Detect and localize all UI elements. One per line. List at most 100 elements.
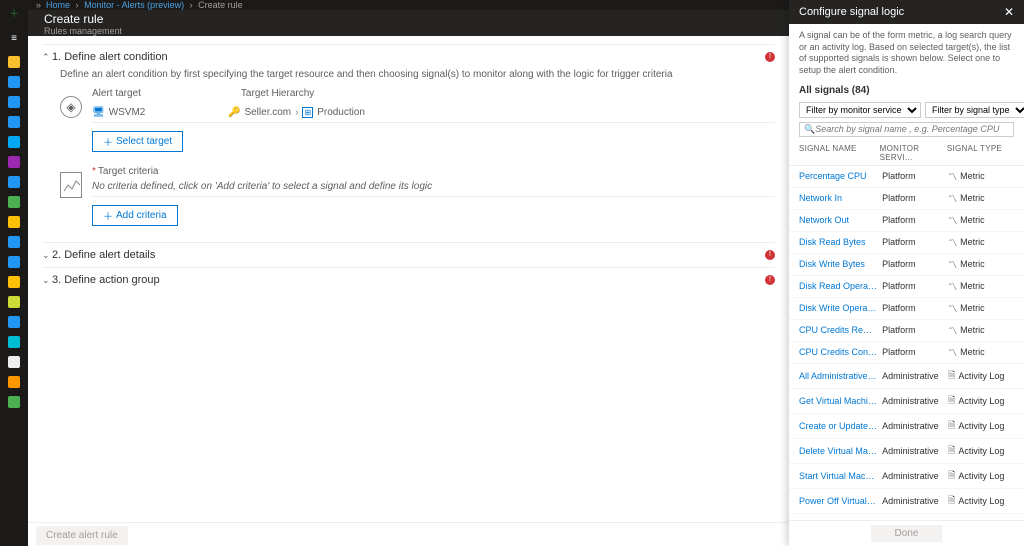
metric-icon: 〽 <box>948 346 957 359</box>
signal-service: Administrative <box>882 471 948 481</box>
add-criteria-button[interactable]: ＋ Add criteria <box>92 205 178 226</box>
col-signal-name[interactable]: SIGNAL NAME <box>799 144 880 162</box>
close-icon[interactable]: ✕ <box>1004 5 1014 19</box>
step-1: ⌃ 1. Define alert condition ! Define an … <box>42 44 775 242</box>
search-input[interactable] <box>815 124 1009 134</box>
metric-icon: 〽 <box>948 192 957 205</box>
activity-log-icon: 🗎 <box>948 393 955 409</box>
rail-item-2[interactable] <box>8 96 20 108</box>
signal-row[interactable]: CPU Credits RemainingPlatform〽Metric <box>789 320 1024 342</box>
metric-icon: 〽 <box>948 170 957 183</box>
rail-item-12[interactable] <box>8 296 20 308</box>
signal-row[interactable]: Network InPlatform〽Metric <box>789 188 1024 210</box>
signal-row[interactable]: All Administrative opera...Administrativ… <box>789 364 1024 389</box>
signal-service: Platform <box>882 215 948 225</box>
rail-item-17[interactable] <box>8 396 20 408</box>
signal-row[interactable]: Disk Write BytesPlatform〽Metric <box>789 254 1024 276</box>
rail-item-1[interactable] <box>8 76 20 88</box>
col-monitor-service[interactable]: MONITOR SERVI... <box>880 144 947 162</box>
rail-item-7[interactable] <box>8 196 20 208</box>
rail-item-6[interactable] <box>8 176 20 188</box>
step-3-header[interactable]: ⌄ 3. Define action group ! <box>42 274 775 286</box>
signal-row[interactable]: Delete Virtual Machine (...Administrativ… <box>789 439 1024 464</box>
step-1-desc: Define an alert condition by first speci… <box>60 69 775 80</box>
activity-log-icon: 🗎 <box>948 368 955 384</box>
page-subtitle: Rules management <box>44 26 773 36</box>
step-1-header[interactable]: ⌃ 1. Define alert condition ! <box>42 51 775 63</box>
vm-icon: 🖥 <box>92 107 105 118</box>
rail-item-13[interactable] <box>8 316 20 328</box>
breadcrumb-home[interactable]: Home <box>46 0 70 10</box>
rail-item-5[interactable] <box>8 156 20 168</box>
rail-item-15[interactable] <box>8 356 20 368</box>
signal-row[interactable]: Power Off Virtual Machi...Administrative… <box>789 489 1024 514</box>
activity-log-icon: 🗎 <box>948 443 955 459</box>
metric-icon: 〽 <box>948 324 957 337</box>
rail-plus-icon[interactable]: ＋ <box>6 4 22 20</box>
hier-resourcegroup: Production <box>317 107 365 118</box>
required-icon: ! <box>765 52 775 62</box>
criteria-icon <box>60 172 82 198</box>
signal-type: 〽Metric <box>948 258 1014 271</box>
search-icon: 🔍 <box>804 124 815 135</box>
step-2-header[interactable]: ⌄ 2. Define alert details ! <box>42 249 775 261</box>
page-title: Create rule <box>44 12 773 26</box>
activity-log-icon: 🗎 <box>948 493 955 509</box>
rail-item-16[interactable] <box>8 376 20 388</box>
signal-row[interactable]: Get Virtual Machine (vir...Administrativ… <box>789 389 1024 414</box>
signal-type: 〽Metric <box>948 302 1014 315</box>
signal-row[interactable]: Create or Update Virtual...Administrativ… <box>789 414 1024 439</box>
signal-name: Get Virtual Machine (vir... <box>799 396 882 406</box>
rail-list-icon[interactable]: ≡ <box>6 30 22 46</box>
rail-item-14[interactable] <box>8 336 20 348</box>
rg-icon: ⊞ <box>302 107 313 118</box>
signal-table-header: SIGNAL NAME MONITOR SERVI... SIGNAL TYPE <box>789 141 1024 166</box>
metric-icon: 〽 <box>948 302 957 315</box>
required-icon: ! <box>765 275 775 285</box>
signal-name: Percentage CPU <box>799 171 882 181</box>
footer-bar: Create alert rule <box>28 522 789 546</box>
metric-icon: 〽 <box>948 280 957 293</box>
rail-item-8[interactable] <box>8 216 20 228</box>
filter-monitor-service[interactable]: Filter by monitor service <box>799 102 921 118</box>
signal-row[interactable]: Disk Read Operations/SecPlatform〽Metric <box>789 276 1024 298</box>
filter-signal-type[interactable]: Filter by signal type <box>925 102 1024 118</box>
rail-item-9[interactable] <box>8 236 20 248</box>
signal-row[interactable]: CPU Credits ConsumedPlatform〽Metric <box>789 342 1024 364</box>
signal-row[interactable]: Network OutPlatform〽Metric <box>789 210 1024 232</box>
signal-service: Platform <box>882 347 948 357</box>
target-criteria-label: Target criteria <box>98 166 159 177</box>
signal-type: 🗎Activity Log <box>948 368 1014 384</box>
signal-service: Administrative <box>882 446 948 456</box>
signal-type: 〽Metric <box>948 214 1014 227</box>
all-signals-header: All signals (84) <box>789 83 1024 102</box>
signal-name: Disk Write Operations/S... <box>799 303 882 313</box>
signal-name: CPU Credits Remaining <box>799 325 882 335</box>
select-target-label: Select target <box>116 136 172 147</box>
signal-type: 〽Metric <box>948 280 1014 293</box>
rail-item-3[interactable] <box>8 116 20 128</box>
select-target-button[interactable]: ＋ Select target <box>92 131 183 152</box>
search-box[interactable]: 🔍 <box>799 122 1014 137</box>
breadcrumb-monitor[interactable]: Monitor - Alerts (preview) <box>84 0 184 10</box>
signal-row[interactable]: Start Virtual Machine (vi...Administrati… <box>789 464 1024 489</box>
col-signal-type[interactable]: SIGNAL TYPE <box>947 144 1014 162</box>
target-resource-icon: ◈ <box>60 96 82 118</box>
create-alert-rule-button[interactable]: Create alert rule <box>36 526 128 545</box>
signal-row[interactable]: Disk Write Operations/S...Platform〽Metri… <box>789 298 1024 320</box>
rail-item-11[interactable] <box>8 276 20 288</box>
rail-item-0[interactable] <box>8 56 20 68</box>
step-3-title: 3. Define action group <box>52 274 765 286</box>
rail-item-4[interactable] <box>8 136 20 148</box>
done-button[interactable]: Done <box>871 525 943 542</box>
signal-name: Disk Read Bytes <box>799 237 882 247</box>
signal-row[interactable]: Percentage CPUPlatform〽Metric <box>789 166 1024 188</box>
signal-name: CPU Credits Consumed <box>799 347 882 357</box>
signal-name: Network In <box>799 193 882 203</box>
panel-title: Configure signal logic <box>799 6 904 18</box>
signal-name: Start Virtual Machine (vi... <box>799 471 882 481</box>
signal-name: Disk Write Bytes <box>799 259 882 269</box>
target-hierarchy-label: Target Hierarchy <box>241 88 314 99</box>
rail-item-10[interactable] <box>8 256 20 268</box>
signal-row[interactable]: Disk Read BytesPlatform〽Metric <box>789 232 1024 254</box>
